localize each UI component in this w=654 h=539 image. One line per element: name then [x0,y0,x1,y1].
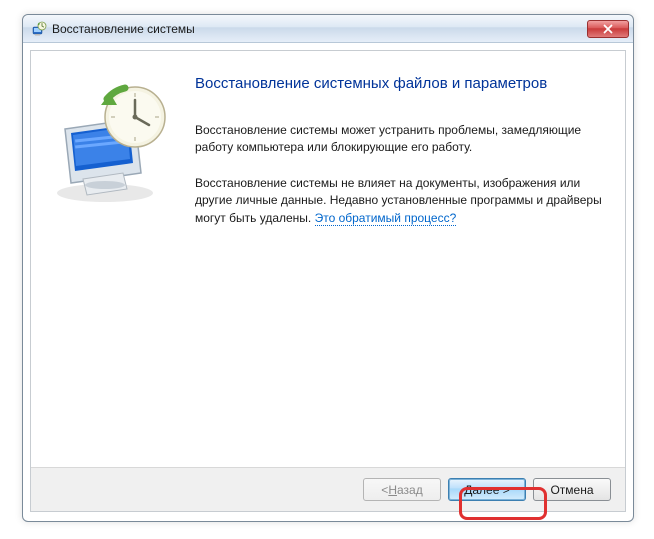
button-bar: < Назад Далее > Отмена [31,467,625,511]
reversible-process-link[interactable]: Это обратимый процесс? [315,211,457,226]
dialog-window: Восстановление системы [22,14,634,522]
titlebar[interactable]: Восстановление системы [23,15,633,43]
close-icon [603,24,613,34]
window-title: Восстановление системы [52,22,587,36]
description-paragraph-1: Восстановление системы может устранить п… [195,122,603,157]
cancel-button[interactable]: Отмена [533,478,611,501]
next-button[interactable]: Далее > [448,478,526,501]
back-button: < Назад [363,478,441,501]
system-restore-icon [31,21,47,37]
wizard-panel: Восстановление системных файлов и параме… [30,50,626,512]
system-restore-illustration-icon [47,81,177,211]
wizard-heading: Восстановление системных файлов и параме… [195,75,603,92]
text-column: Восстановление системных файлов и параме… [195,71,603,457]
close-button[interactable] [587,20,629,38]
content-area: Восстановление системных файлов и параме… [31,51,625,467]
illustration-column [47,71,195,457]
description-paragraph-2: Восстановление системы не влияет на доку… [195,175,603,227]
